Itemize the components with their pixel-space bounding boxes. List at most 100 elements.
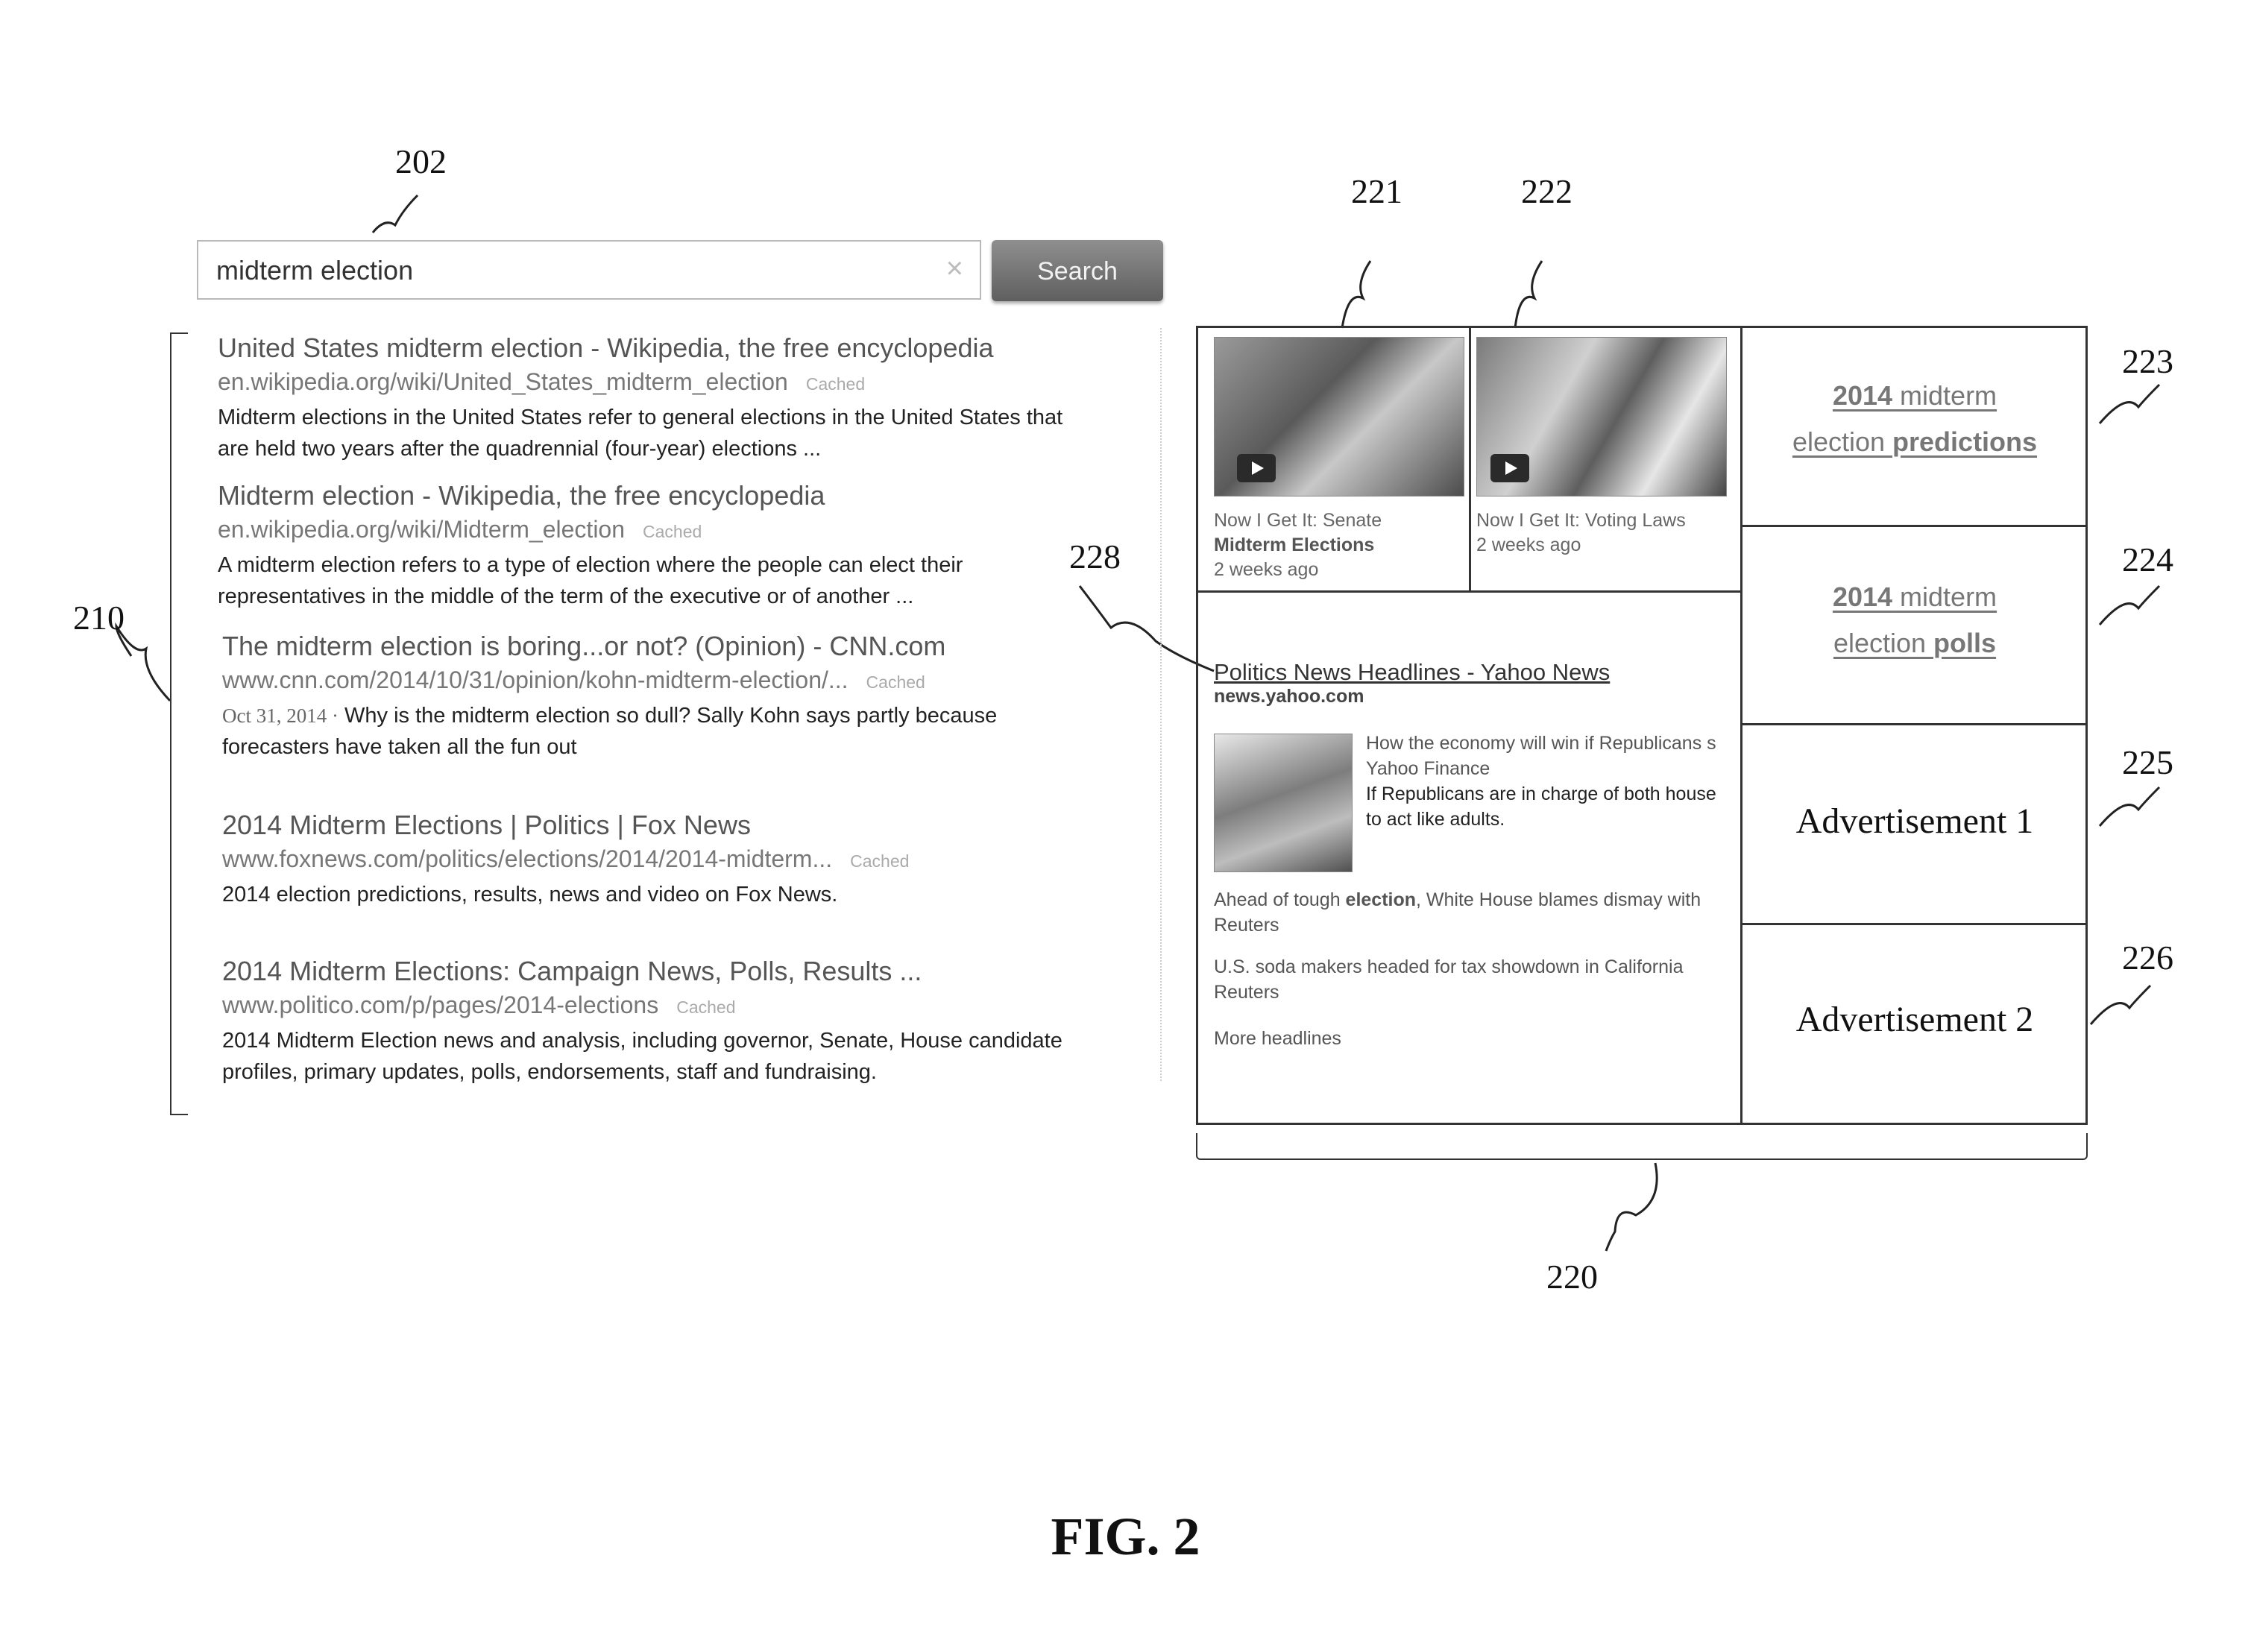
link-text: midterm xyxy=(1892,380,1997,411)
story-snippet: If Republicans are in charge of both hou… xyxy=(1366,784,1716,804)
link-text: election xyxy=(1833,628,1933,658)
story-title-link[interactable]: How the economy will win if Republicans … xyxy=(1366,733,1716,754)
search-result: The midterm election is boring...or not?… xyxy=(222,631,1184,763)
panel-bracket xyxy=(1196,1133,2088,1160)
news-image[interactable] xyxy=(1214,734,1353,872)
link-text-bold: 2014 xyxy=(1833,380,1892,411)
search-result: Midterm election - Wikipedia, the free e… xyxy=(218,480,1180,612)
news-domain: news.yahoo.com xyxy=(1214,686,1610,707)
cached-link[interactable]: Cached xyxy=(850,851,909,871)
snippet-line: representatives in the middle of the ter… xyxy=(218,584,913,608)
news-headline-link[interactable]: Politics News Headlines - Yahoo News xyxy=(1214,659,1610,686)
result-url-text: www.politico.com/p/pages/2014-elections xyxy=(222,991,658,1018)
result-url-text: www.cnn.com/2014/10/31/opinion/kohn-midt… xyxy=(222,666,849,693)
search-input[interactable]: midterm election × xyxy=(197,240,981,300)
cached-link[interactable]: Cached xyxy=(806,374,865,394)
cached-link[interactable]: Cached xyxy=(676,997,735,1017)
figure-caption: FIG. 2 xyxy=(0,1506,2251,1568)
headline-item[interactable]: Ahead of tough election, White House bla… xyxy=(1214,887,1737,938)
play-icon[interactable] xyxy=(1237,454,1276,482)
result-url: en.wikipedia.org/wiki/Midterm_electionCa… xyxy=(218,516,1180,543)
panel-divider xyxy=(1740,525,2088,527)
video-age: 2 weeks ago xyxy=(1214,559,1318,580)
search-result: United States midterm election - Wikiped… xyxy=(218,332,1180,464)
snippet-line: forecasters have taken all the fun out xyxy=(222,735,577,759)
result-title-link[interactable]: United States midterm election - Wikiped… xyxy=(218,332,1180,364)
headline-source: Reuters xyxy=(1214,915,1279,936)
panel-divider xyxy=(1740,326,1742,1125)
advertisement-2[interactable]: Advertisement 2 xyxy=(1743,999,2086,1040)
ref-220: 220 xyxy=(1546,1257,1598,1296)
ref-210: 210 xyxy=(73,598,125,637)
news-module: Politics News Headlines - Yahoo News new… xyxy=(1214,659,1610,707)
panel-divider xyxy=(1196,590,1742,593)
predictions-link[interactable]: 2014 midterm election predictions xyxy=(1743,373,2086,465)
result-title-link[interactable]: 2014 Midterm Elections | Politics | Fox … xyxy=(222,810,1184,841)
link-text: election xyxy=(1792,426,1892,457)
ref-221: 221 xyxy=(1351,171,1402,211)
headline-text: U.S. soda makers headed for tax showdown… xyxy=(1214,956,1684,977)
video-caption: Now I Get It: Senate Midterm Elections 2… xyxy=(1214,508,1382,582)
result-title-link[interactable]: Midterm election - Wikipedia, the free e… xyxy=(218,480,1180,511)
snippet-line: A midterm election refers to a type of e… xyxy=(218,553,963,577)
result-snippet: Midterm elections in the United States r… xyxy=(218,402,1180,464)
result-url: en.wikipedia.org/wiki/United_States_midt… xyxy=(218,368,1180,396)
news-story: How the economy will win if Republicans … xyxy=(1366,731,1737,832)
link-text-bold: predictions xyxy=(1892,426,2037,457)
result-snippet: Oct 31, 2014 · Why is the midterm electi… xyxy=(222,700,1184,763)
headline-item[interactable]: U.S. soda makers headed for tax showdown… xyxy=(1214,954,1737,1005)
result-title-link[interactable]: 2014 Midterm Elections: Campaign News, P… xyxy=(222,956,1184,987)
result-snippet: 2014 Midterm Election news and analysis,… xyxy=(222,1025,1184,1088)
video-title[interactable]: Now I Get It: Senate xyxy=(1214,510,1382,531)
headline-text: , White House blames dismay with xyxy=(1416,889,1701,910)
results-bracket xyxy=(170,332,188,1115)
link-text-bold: 2014 xyxy=(1833,581,1892,612)
video-title[interactable]: Now I Get It: Voting Laws xyxy=(1476,510,1686,531)
advertisement-1[interactable]: Advertisement 1 xyxy=(1743,801,2086,842)
headline-text-bold: election xyxy=(1346,889,1416,910)
video-title-bold[interactable]: Midterm Elections xyxy=(1214,535,1374,555)
ref-202: 202 xyxy=(395,142,447,181)
cached-link[interactable]: Cached xyxy=(866,672,925,692)
ref-226: 226 xyxy=(2122,938,2173,977)
story-source: Yahoo Finance xyxy=(1366,758,1490,779)
headline-text: Ahead of tough xyxy=(1214,889,1346,910)
play-icon[interactable] xyxy=(1490,454,1529,482)
video-caption: Now I Get It: Voting Laws 2 weeks ago xyxy=(1476,508,1686,558)
result-url: www.foxnews.com/politics/elections/2014/… xyxy=(222,845,1184,873)
ref-223: 223 xyxy=(2122,341,2173,381)
search-result: 2014 Midterm Elections: Campaign News, P… xyxy=(222,956,1184,1088)
snippet-line: profiles, primary updates, polls, endors… xyxy=(222,1060,877,1084)
snippet-line: Why is the midterm election so dull? Sal… xyxy=(344,704,997,728)
ref-225: 225 xyxy=(2122,743,2173,782)
video-age: 2 weeks ago xyxy=(1476,535,1581,555)
snippet-line: are held two years after the quadrennial… xyxy=(218,437,821,461)
link-text: midterm xyxy=(1892,581,1997,612)
result-url: www.politico.com/p/pages/2014-elections C… xyxy=(222,991,1184,1019)
panel-divider xyxy=(1740,723,2088,725)
link-text-bold: polls xyxy=(1933,628,1996,658)
search-result: 2014 Midterm Elections | Politics | Fox … xyxy=(222,810,1184,910)
cached-link[interactable]: Cached xyxy=(643,522,702,541)
search-query: midterm election xyxy=(216,255,413,286)
result-date: Oct 31, 2014 · xyxy=(222,704,339,727)
result-snippet: 2014 election predictions, results, news… xyxy=(222,879,1184,910)
video-thumbnail[interactable] xyxy=(1214,337,1464,496)
result-url-text: www.foxnews.com/politics/elections/2014/… xyxy=(222,845,832,872)
panel-divider xyxy=(1469,326,1471,591)
search-button[interactable]: Search xyxy=(992,240,1163,301)
more-headlines-link[interactable]: More headlines xyxy=(1214,1026,1341,1051)
result-url: www.cnn.com/2014/10/31/opinion/kohn-midt… xyxy=(222,666,1184,694)
result-snippet: A midterm election refers to a type of e… xyxy=(218,549,1180,612)
result-url-text: en.wikipedia.org/wiki/United_States_midt… xyxy=(218,368,788,395)
snippet-line: Midterm elections in the United States r… xyxy=(218,406,1062,429)
ref-222: 222 xyxy=(1521,171,1572,211)
polls-link[interactable]: 2014 midterm election polls xyxy=(1743,574,2086,666)
snippet-line: 2014 Midterm Election news and analysis,… xyxy=(222,1029,1062,1053)
clear-icon[interactable]: × xyxy=(946,252,963,286)
story-snippet: to act like adults. xyxy=(1366,809,1505,830)
result-title-link[interactable]: The midterm election is boring...or not?… xyxy=(222,631,1184,662)
video-thumbnail[interactable] xyxy=(1476,337,1727,496)
ref-224: 224 xyxy=(2122,540,2173,579)
headline-source: Reuters xyxy=(1214,982,1279,1003)
